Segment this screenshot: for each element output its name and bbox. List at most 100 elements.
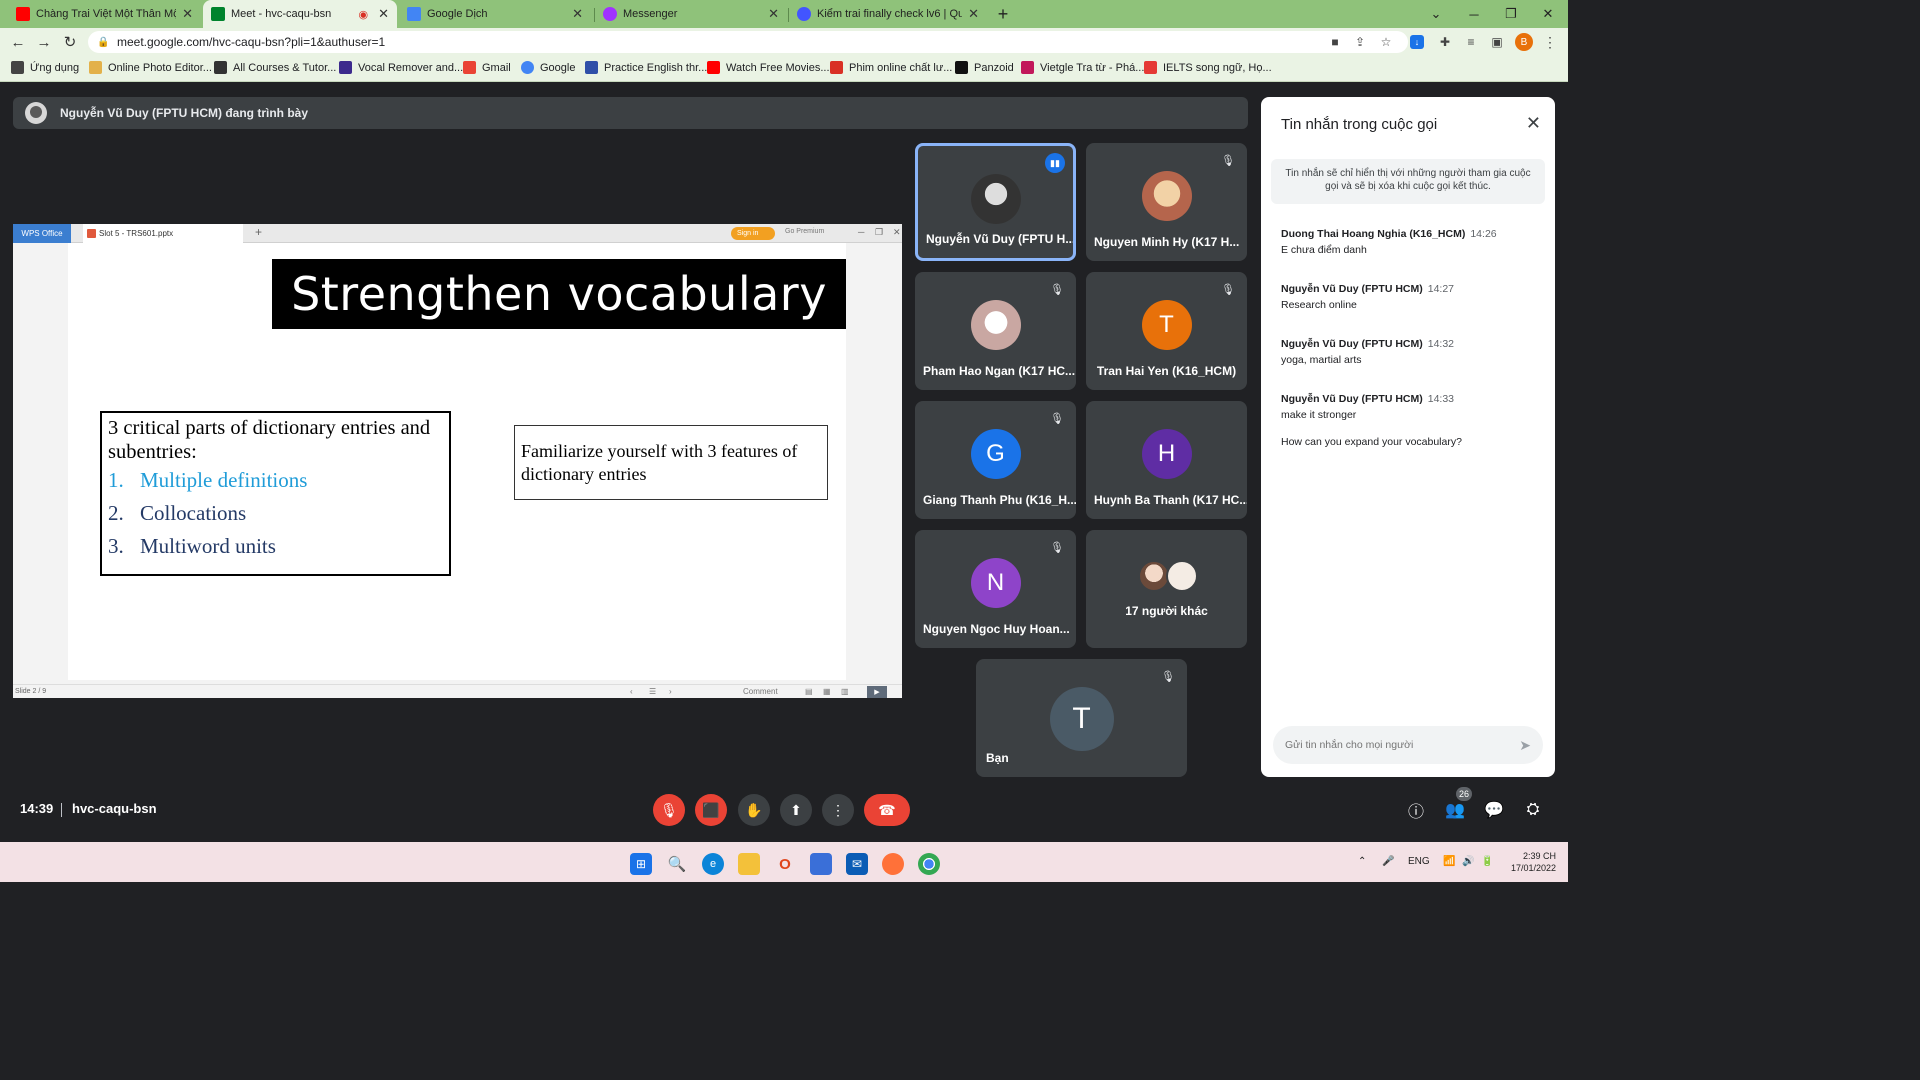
close-window-button[interactable]: ✕ — [1530, 0, 1566, 28]
camera-toggle-button[interactable]: ⬛ — [695, 794, 727, 826]
menu-kebab-icon[interactable]: ⋮ — [1541, 33, 1559, 51]
tray-overflow-icon[interactable]: ⌃ — [1358, 856, 1366, 867]
share-icon[interactable]: ⇪ — [1351, 33, 1369, 51]
mic-toggle-button[interactable]: 🎙 — [653, 794, 685, 826]
input-language[interactable]: ENG — [1408, 856, 1430, 867]
close-icon[interactable]: ✕ — [1526, 113, 1541, 134]
battery-icon[interactable]: 🔋 — [1481, 856, 1493, 867]
sorter-view-icon: ▦ — [823, 687, 831, 696]
participant-tile[interactable]: 🎙 Pham Hao Ngan (K17 HC... — [915, 272, 1076, 390]
mail-icon[interactable]: ✉ — [846, 853, 868, 875]
forward-icon[interactable]: → — [34, 32, 54, 52]
presenter-avatar — [25, 102, 47, 124]
browser-tab[interactable]: Kiểm trai finally check lv6 | Quizle ✕ — [789, 0, 987, 28]
others-tile[interactable]: 17 người khác — [1086, 530, 1247, 648]
meeting-details-icon[interactable]: ⓘ — [1405, 799, 1427, 821]
box-heading: 3 critical parts of dictionary entries a… — [108, 417, 431, 463]
start-icon[interactable]: ⊞ — [630, 853, 652, 875]
mic-off-icon: 🎙 — [1050, 541, 1064, 554]
download-extension-icon[interactable]: ↓ — [1410, 35, 1424, 49]
participant-tile[interactable]: ▮▮ Nguyễn Vũ Duy (FPTU H... — [915, 143, 1076, 261]
reading-list-icon[interactable]: ≡ — [1462, 33, 1480, 51]
wps-file-tab: Slot 5 - TRS601.pptx — [83, 224, 243, 243]
people-icon[interactable]: 👥 — [1444, 799, 1466, 821]
participant-tile[interactable]: H Huynh Ba Thanh (K17 HC... — [1086, 401, 1247, 519]
edge-icon[interactable]: e — [702, 853, 724, 875]
participant-tile[interactable]: G 🎙 Giang Thanh Phu (K16_H... — [915, 401, 1076, 519]
slide-box-critical-parts: 3 critical parts of dictionary entries a… — [100, 411, 451, 576]
list-item: 3. Multiword units — [108, 534, 276, 558]
bookmark-item[interactable]: IELTS song ngữ, Họ... — [1144, 61, 1272, 74]
profile-avatar[interactable]: B — [1515, 33, 1533, 51]
office-icon[interactable]: O — [774, 853, 796, 875]
participant-tile[interactable]: 🎙 Nguyen Minh Hy (K17 H... — [1086, 143, 1247, 261]
minimize-button[interactable]: ─ — [1456, 0, 1492, 28]
bookmark-item[interactable]: All Courses & Tutor... — [214, 61, 336, 74]
volume-icon[interactable]: 🔊 — [1462, 856, 1474, 867]
wps-minimize-icon: ─ — [858, 227, 865, 237]
bookmark-star-icon[interactable]: ☆ — [1377, 33, 1395, 51]
search-icon[interactable]: 🔍 — [666, 853, 688, 875]
browser-tab[interactable]: Google Dịch ✕ — [399, 0, 591, 28]
bookmark-item[interactable]: Gmail — [463, 61, 511, 74]
extensions-icon[interactable]: ✚ — [1436, 33, 1454, 51]
browser-tab[interactable]: Chàng Trai Việt Một Thân Một M ✕ — [8, 0, 201, 28]
tray-mic-icon[interactable]: 🎤 — [1382, 856, 1394, 867]
bookmark-item[interactable]: Vietgle Tra từ - Phá... — [1021, 61, 1144, 74]
bookmark-item[interactable]: Online Photo Editor... — [89, 61, 212, 74]
mic-off-icon: 🎙 — [1050, 412, 1064, 425]
camera-icon[interactable]: ■ — [1326, 33, 1344, 51]
youtube-icon — [16, 7, 30, 21]
firefox-icon[interactable] — [882, 853, 904, 875]
participant-avatar: N — [970, 558, 1021, 608]
wifi-icon[interactable]: 📶 — [1443, 856, 1455, 867]
restore-button[interactable]: ❐ — [1493, 0, 1529, 28]
file-explorer-icon[interactable] — [738, 853, 760, 875]
close-tab-icon[interactable]: ✕ — [378, 6, 389, 22]
more-options-button[interactable]: ⋮ — [822, 794, 854, 826]
quizlet-icon — [797, 7, 811, 21]
new-tab-button[interactable]: + — [985, 0, 1021, 28]
leave-call-button[interactable]: ☎ — [864, 794, 910, 826]
bookmark-item[interactable]: Watch Free Movies... — [707, 61, 830, 74]
activities-icon[interactable]: ⛭ — [1522, 799, 1544, 821]
chat-message: Nguyễn Vũ Duy (FPTU HCM) 14:32 yoga, mart… — [1281, 338, 1455, 366]
close-tab-icon[interactable]: ✕ — [768, 6, 779, 22]
bookmark-item[interactable]: Practice English thr... — [585, 61, 707, 74]
close-tab-icon[interactable]: ✕ — [968, 6, 979, 22]
send-icon[interactable]: ➤ — [1519, 737, 1531, 754]
bookmark-apps[interactable]: Ứng dụng — [11, 61, 79, 74]
participant-tile[interactable]: N 🎙 Nguyen Ngoc Huy Hoan... — [915, 530, 1076, 648]
url-bar[interactable]: 🔒 meet.google.com/hvc-caqu-bsn?pli=1&aut… — [88, 31, 1408, 53]
reload-icon[interactable]: ↻ — [60, 32, 80, 52]
list-item: 2. Collocations — [108, 501, 247, 525]
self-tile[interactable]: T 🎙 Bạn — [976, 659, 1187, 777]
close-tab-icon[interactable]: ✕ — [572, 6, 583, 22]
outline-icon: ☰ — [649, 687, 657, 696]
list-item: 1. Multiple definitions — [108, 468, 308, 492]
store-icon[interactable] — [810, 853, 832, 875]
participant-tile[interactable]: T 🎙 Tran Hai Yen (K16_HCM) — [1086, 272, 1247, 390]
wps-restore-icon: ❐ — [875, 227, 884, 237]
bookmark-item[interactable]: Phim online chất lư... — [830, 61, 952, 74]
raise-hand-button[interactable]: ✋ — [738, 794, 770, 826]
youtube-icon — [707, 61, 720, 74]
chat-input[interactable] — [1285, 739, 1495, 751]
ielts-icon — [1144, 61, 1157, 74]
chrome-icon[interactable] — [918, 853, 940, 875]
bookmark-item[interactable]: Panzoid — [955, 61, 1014, 74]
side-panel-icon[interactable]: ▣ — [1488, 33, 1506, 51]
tab-search-icon[interactable]: ⌄ — [1418, 0, 1454, 28]
browser-tab[interactable]: Messenger ✕ — [595, 0, 787, 28]
chat-icon[interactable]: 💬 — [1483, 799, 1505, 821]
bookmark-item[interactable]: Vocal Remover and... — [339, 61, 463, 74]
back-icon[interactable]: ← — [8, 32, 28, 52]
close-tab-icon[interactable]: ✕ — [182, 6, 193, 22]
browser-tab-active[interactable]: Meet - hvc-caqu-bsn ◉ ✕ — [203, 0, 397, 28]
google-icon — [521, 61, 534, 74]
bookmark-item[interactable]: Google — [521, 61, 575, 74]
normal-view-icon: ▤ — [805, 687, 813, 696]
taskbar-clock[interactable]: 2:39 CH 17/01/2022 — [1508, 850, 1556, 874]
present-button[interactable]: ⬆ — [780, 794, 812, 826]
slide-box-familiarize: Familiarize yourself with 3 features of … — [514, 425, 828, 500]
